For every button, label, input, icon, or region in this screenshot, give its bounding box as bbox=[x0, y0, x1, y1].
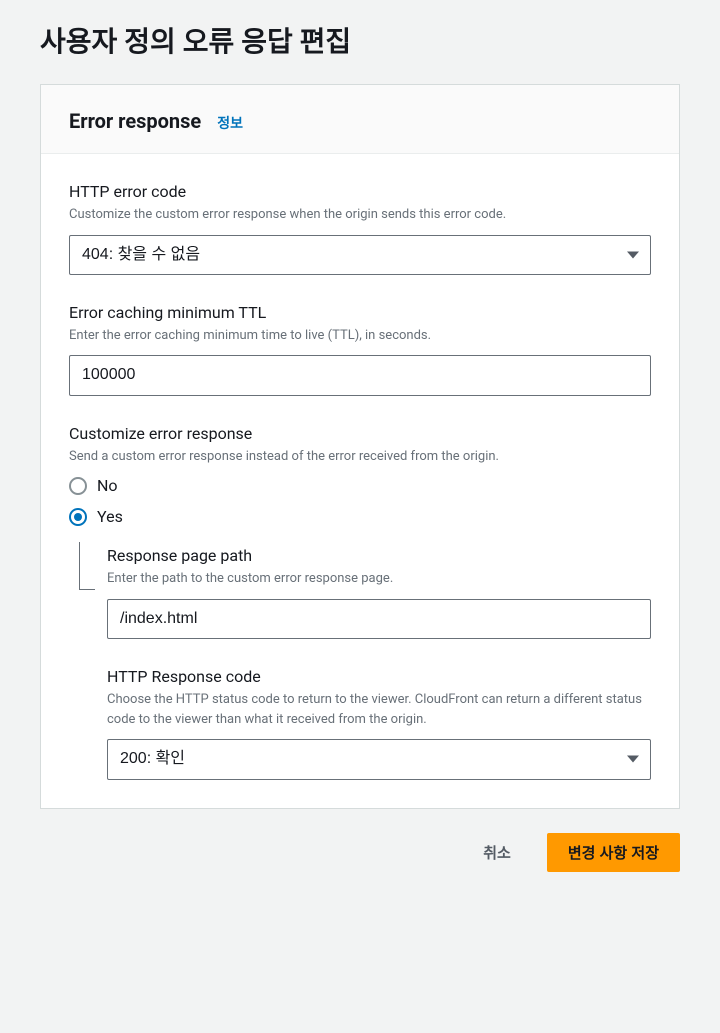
customize-radio-group: No Yes bbox=[69, 476, 651, 526]
radio-icon bbox=[69, 508, 87, 526]
panel-header: Error response 정보 bbox=[41, 85, 679, 154]
indent-line-icon bbox=[79, 542, 95, 590]
panel-title: Error response bbox=[69, 109, 201, 133]
http-error-code-select[interactable]: 404: 찾을 수 없음 bbox=[69, 235, 651, 275]
response-path-input[interactable] bbox=[107, 599, 651, 639]
http-error-code-label: HTTP error code bbox=[69, 182, 651, 201]
radio-no-label: No bbox=[97, 476, 118, 495]
response-code-group: HTTP Response code Choose the HTTP statu… bbox=[107, 667, 651, 779]
customize-radio-yes[interactable]: Yes bbox=[69, 507, 651, 526]
ttl-hint: Enter the error caching minimum time to … bbox=[69, 326, 651, 346]
http-error-code-group: HTTP error code Customize the custom err… bbox=[69, 182, 651, 275]
error-response-panel: Error response 정보 HTTP error code Custom… bbox=[40, 84, 680, 809]
response-path-group: Response page path Enter the path to the… bbox=[107, 546, 651, 639]
cancel-button[interactable]: 취소 bbox=[463, 834, 531, 871]
ttl-input[interactable] bbox=[69, 355, 651, 395]
button-row: 취소 변경 사항 저장 bbox=[40, 833, 680, 872]
ttl-group: Error caching minimum TTL Enter the erro… bbox=[69, 303, 651, 396]
radio-yes-label: Yes bbox=[97, 507, 123, 526]
save-button[interactable]: 변경 사항 저장 bbox=[547, 833, 680, 872]
response-path-label: Response page path bbox=[107, 546, 651, 565]
response-code-hint: Choose the HTTP status code to return to… bbox=[107, 690, 651, 729]
customize-label: Customize error response bbox=[69, 424, 651, 443]
panel-body: HTTP error code Customize the custom err… bbox=[41, 154, 679, 808]
customize-hint: Send a custom error response instead of … bbox=[69, 447, 651, 467]
response-code-select[interactable]: 200: 확인 bbox=[107, 739, 651, 779]
customize-radio-no[interactable]: No bbox=[69, 476, 651, 495]
info-link[interactable]: 정보 bbox=[217, 113, 243, 133]
http-error-code-hint: Customize the custom error response when… bbox=[69, 205, 651, 225]
response-path-hint: Enter the path to the custom error respo… bbox=[107, 569, 651, 589]
response-code-label: HTTP Response code bbox=[107, 667, 651, 686]
radio-icon bbox=[69, 477, 87, 495]
ttl-label: Error caching minimum TTL bbox=[69, 303, 651, 322]
page-title: 사용자 정의 오류 응답 편집 bbox=[40, 20, 680, 60]
customize-group: Customize error response Send a custom e… bbox=[69, 424, 651, 780]
customize-sub-section: Response page path Enter the path to the… bbox=[79, 546, 651, 779]
